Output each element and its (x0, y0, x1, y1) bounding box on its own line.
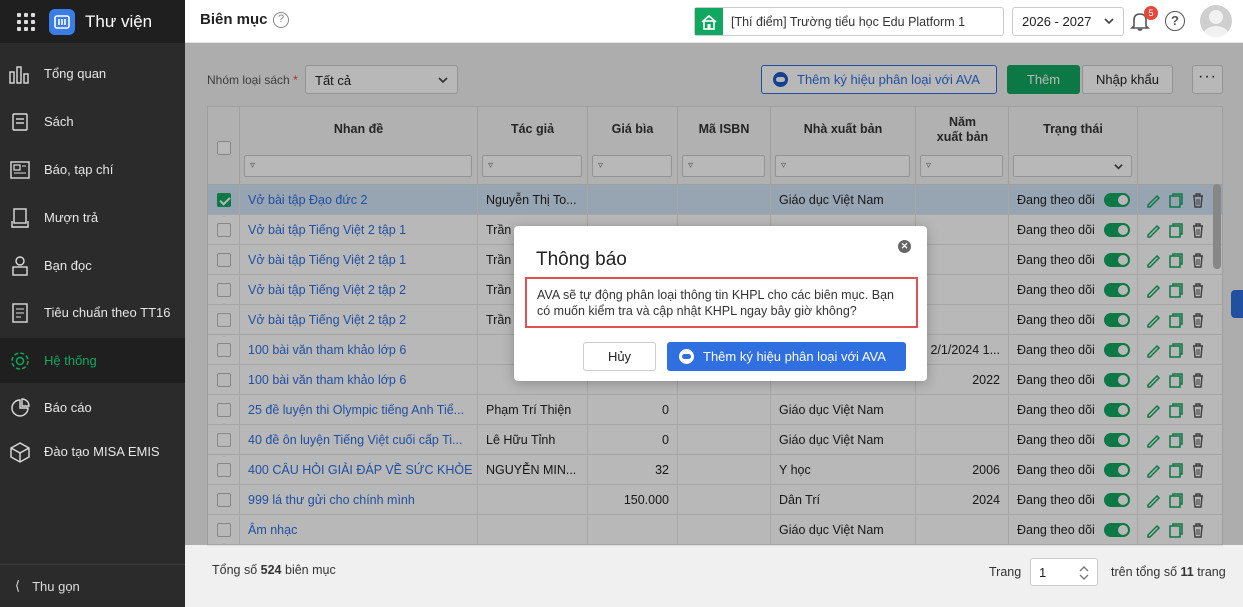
sidebar-item-overview[interactable]: Tổng quan (0, 51, 185, 96)
borrow-icon (9, 207, 31, 229)
chevron-down-icon (1104, 18, 1114, 25)
sidebar-item-label: Tổng quan (44, 66, 107, 81)
app-title: Thư viện (85, 11, 153, 31)
sidebar-item-label: Đào tạo MISA EMIS (44, 444, 160, 459)
spinner-icon[interactable] (1079, 565, 1089, 581)
sidebar-item-standards[interactable]: Tiêu chuẩn theo TT16 (0, 290, 185, 335)
collapse-label: Thu gọn (32, 578, 80, 594)
page-number-input[interactable]: 1 (1030, 558, 1098, 586)
reader-icon (9, 255, 31, 277)
book-icon (9, 111, 31, 133)
library-logo-icon (49, 8, 75, 35)
school-icon (695, 8, 723, 35)
school-year-value: 2026 - 2027 (1022, 14, 1092, 29)
training-icon (9, 441, 31, 463)
newspaper-icon (9, 159, 31, 181)
avatar[interactable] (1200, 5, 1232, 37)
sidebar-item-label: Tiêu chuẩn theo TT16 (44, 305, 171, 320)
help-icon[interactable]: ? (1165, 11, 1185, 31)
sidebar-item-label: Bạn đọc (44, 258, 92, 273)
total-records: Tổng số 524 biên mục (212, 563, 336, 577)
sidebar-item-books[interactable]: Sách (0, 99, 185, 144)
total-pages: trên tổng số 11 trang (1111, 565, 1226, 579)
sidebar-item-reports[interactable]: Báo cáo (0, 385, 185, 430)
standard-icon (9, 302, 31, 324)
top-bar: Thư viện Biên mục ? [Thí điểm] Trường ti… (0, 0, 1243, 43)
school-year-select[interactable]: 2026 - 2027 (1012, 7, 1124, 36)
total-count: 524 (260, 563, 282, 577)
sidebar-item-label: Báo, tạp chí (44, 162, 114, 177)
app-header: Thư viện (0, 0, 185, 43)
sidebar-item-label: Mượn trả (44, 210, 99, 225)
sidebar-collapse-button[interactable]: ⟨ Thu gọn (0, 564, 185, 607)
notification-badge: 5 (1144, 6, 1158, 20)
page-label: Trang (989, 565, 1022, 579)
close-icon[interactable]: ✕ (898, 240, 911, 253)
report-icon (9, 397, 31, 419)
sidebar-item-readers[interactable]: Bạn đọc (0, 243, 185, 288)
page-title: Biên mục (200, 11, 268, 28)
sidebar-item-label: Sách (44, 114, 74, 129)
dialog-message: AVA sẽ tự động phân loại thông tin KHPL … (525, 277, 918, 328)
school-name: [Thí điểm] Trường tiểu học Edu Platform … (731, 14, 966, 29)
ava-icon (679, 349, 694, 364)
help-icon[interactable]: ? (273, 12, 289, 28)
page-count: 11 (1180, 565, 1194, 579)
sidebar-item-system[interactable]: Hệ thống (0, 338, 185, 383)
notification-dialog: Thông báo ✕ AVA sẽ tự động phân loại thô… (514, 226, 927, 381)
sidebar-item-borrow[interactable]: Mượn trả (0, 195, 185, 240)
sidebar-item-magazines[interactable]: Báo, tạp chí (0, 147, 185, 192)
gear-icon (9, 350, 31, 372)
sidebar-item-label: Hệ thống (44, 353, 97, 368)
confirm-button-label: Thêm ký hiệu phân loại với AVA (703, 349, 886, 364)
confirm-ava-button[interactable]: Thêm ký hiệu phân loại với AVA (667, 342, 906, 371)
page-number-value: 1 (1039, 565, 1047, 580)
sidebar: Tổng quan Sách Báo, tạp chí Mượn trả Bạn… (0, 43, 185, 607)
chevron-left-icon: ⟨ (15, 578, 21, 593)
school-selector[interactable]: [Thí điểm] Trường tiểu học Edu Platform … (694, 7, 1004, 36)
dashboard-icon (9, 63, 31, 85)
sidebar-item-training[interactable]: Đào tạo MISA EMIS (0, 429, 185, 474)
cancel-button[interactable]: Hủy (583, 342, 656, 371)
dialog-title: Thông báo (536, 249, 627, 270)
sidebar-item-label: Báo cáo (44, 400, 92, 415)
app-grid-icon[interactable] (17, 12, 35, 31)
